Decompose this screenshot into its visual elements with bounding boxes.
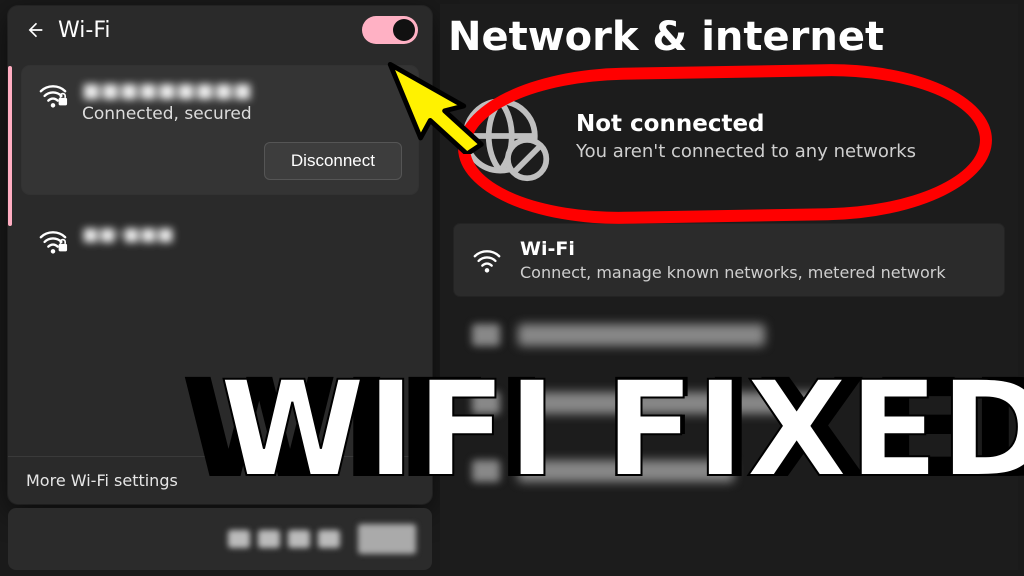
wifi-settings-row[interactable]: Wi-Fi Connect, manage known networks, me… [454,224,1004,296]
taskbar-fragment [8,508,432,570]
tray-icon-blur [318,530,340,548]
connected-network-card[interactable]: ■■■■■■■■■ Connected, secured Disconnect [22,66,418,194]
wifi-icon [472,245,502,275]
settings-row-blur [454,374,1004,432]
not-connected-sub: You aren't connected to any networks [576,141,916,162]
tray-icon-blur [288,530,310,548]
other-network-item[interactable]: ■■·■■■ [22,218,418,270]
wifi-signal-locked-icon [38,80,68,110]
wifi-flyout-title: Wi-Fi [58,18,350,43]
disconnect-button[interactable]: Disconnect [264,142,402,180]
wifi-toggle[interactable] [362,16,418,44]
wifi-signal-locked-icon [38,226,68,256]
page-title: Network & internet [440,4,1018,68]
connected-ssid: ■■■■■■■■■ [82,78,252,102]
toggle-knob [393,19,415,41]
not-connected-heading: Not connected [576,111,916,137]
more-wifi-settings-link[interactable]: More Wi-Fi settings [8,456,432,504]
settings-row-blur [454,442,1004,500]
settings-row-blur [454,306,1004,364]
tray-icon-blur [228,530,250,548]
wifi-flyout-panel: Wi-Fi ■■■■■■■■■ [8,6,432,504]
wifi-flyout-header: Wi-Fi [8,6,432,52]
connected-status: Connected, secured [82,104,252,124]
wifi-row-heading: Wi-Fi [520,238,946,260]
not-connected-block: Not connected You aren't connected to an… [458,88,1018,184]
settings-network-page: Network & internet Not connected You are… [440,4,1018,570]
other-ssid: ■■·■■■ [82,224,174,245]
tray-clock-blur [358,524,416,554]
globe-not-connected-icon [458,88,554,184]
wifi-row-sub: Connect, manage known networks, metered … [520,263,946,282]
tray-icon-blur [258,530,280,548]
back-arrow-icon[interactable] [22,18,46,42]
